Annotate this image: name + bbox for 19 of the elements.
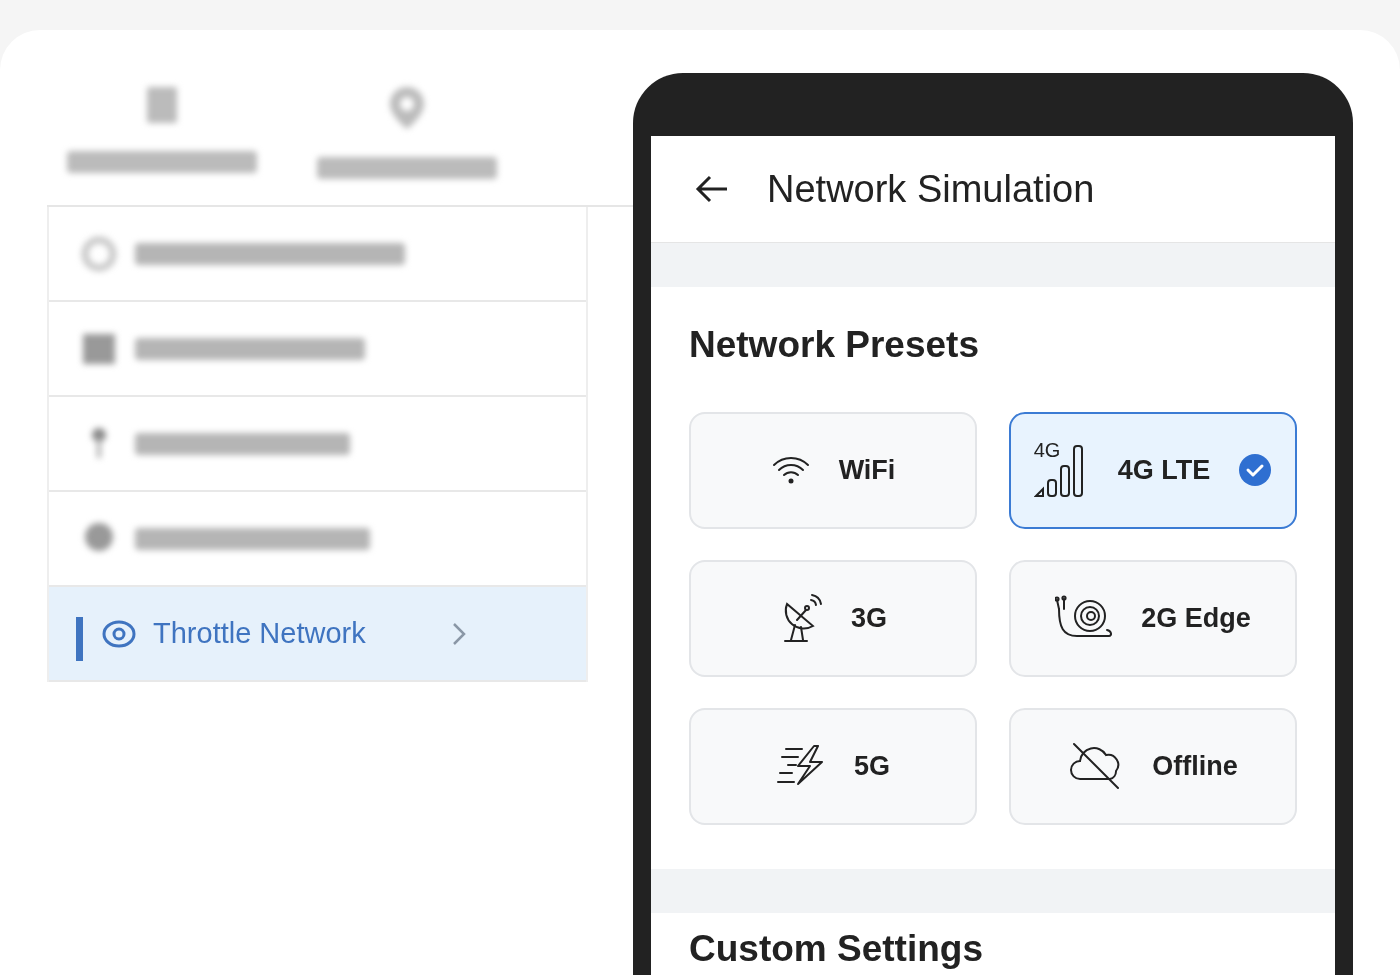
wifi-icon: [770, 455, 811, 486]
back-arrow-icon[interactable]: [695, 174, 729, 204]
selection-bar: [76, 617, 83, 661]
preset-button[interactable]: 4G 4G LTE: [1009, 411, 1297, 529]
device-icon: [145, 85, 179, 125]
preset-button[interactable]: 2G Edge: [1009, 559, 1297, 677]
screen-title: Network Simulation: [767, 167, 1095, 211]
pin-icon: [387, 85, 427, 131]
checkmark-icon: [1238, 453, 1273, 488]
eye-icon: [101, 618, 137, 649]
preset-button[interactable]: Offline: [1009, 707, 1297, 825]
preset-button[interactable]: 5G: [689, 707, 977, 825]
section-title: Custom Settings: [689, 929, 984, 970]
preset-button[interactable]: WiFi: [689, 411, 977, 529]
section-title: Network Presets: [689, 325, 980, 366]
menu-item[interactable]: Throttle Network: [49, 587, 586, 682]
icon-label: 4G: [1033, 440, 1061, 461]
chevron-icon: [451, 621, 466, 646]
preset-button[interactable]: 3G: [689, 559, 977, 677]
